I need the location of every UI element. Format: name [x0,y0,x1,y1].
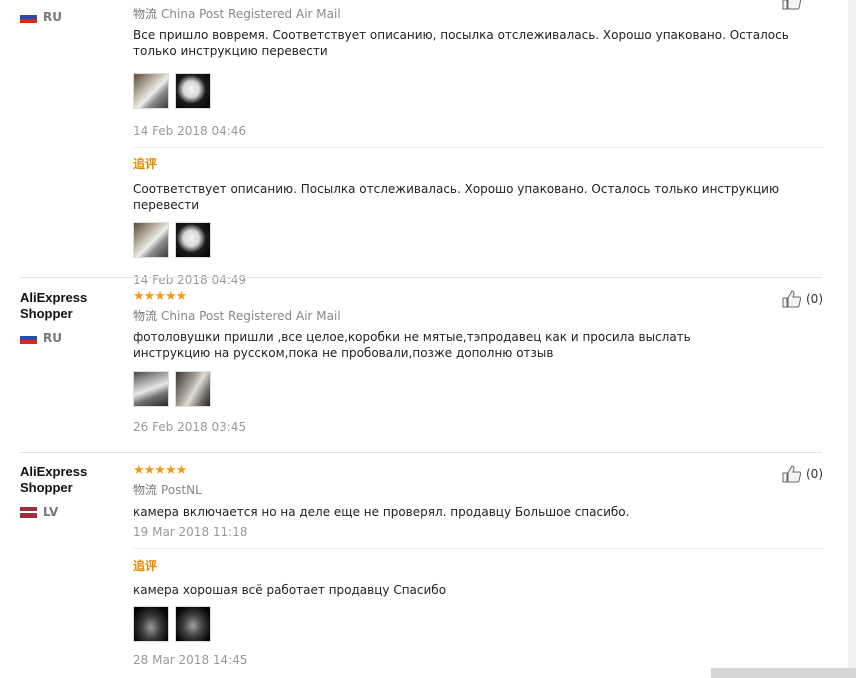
country: RU [20,331,62,345]
followup-text: камера хорошая всё работает продавцу Спа… [133,583,447,597]
review-photo[interactable] [175,73,211,109]
star-rating: ★★★★★ [133,289,187,304]
review-photo[interactable] [175,222,211,258]
review-divider [20,452,822,453]
star-rating: ★★★★★ [133,463,187,478]
review-content: ★★★★★ 物流 China Post Registered Air Mail ф… [133,290,823,435]
followup-date: 28 Mar 2018 14:45 [133,653,248,667]
flag-lv-icon [20,506,37,518]
followup-date: 14 Feb 2018 04:49 [133,273,247,287]
review-divider [20,277,822,278]
logistics: 物流 China Post Registered Air Mail [133,309,341,323]
review-text: камера включается но на деле еще не пров… [133,505,630,519]
review-photo[interactable] [133,606,169,642]
review-date: 19 Mar 2018 11:18 [133,525,248,539]
review-photos [133,371,823,407]
review-content: 物流 China Post Registered Air Mail Все при… [133,6,823,288]
review-text: Все пришло вовремя. Соответствует описан… [133,28,789,58]
review-content: ★★★★★ 物流 PostNL камера включается но на д… [133,464,823,668]
scrollbar[interactable] [848,0,856,678]
flag-ru-icon [20,332,37,344]
logistics: 物流 PostNL [133,483,202,497]
flag-ru-icon [20,11,37,23]
country: RU [20,10,62,24]
horizontal-scrollbar[interactable] [711,668,856,678]
review-text: фотоловушки пришли ,все целое,коробки не… [133,330,691,360]
followup-photos [133,222,823,258]
followup-label: 追评 [133,157,158,171]
review-date: 26 Feb 2018 03:45 [133,420,247,434]
review-date: 14 Feb 2018 04:46 [133,124,247,138]
reviewer-name: AliExpress Shopper [20,290,88,321]
country-code: LV [43,505,59,519]
review-photo[interactable] [175,606,211,642]
review-photo[interactable] [175,371,211,407]
followup-label: 追评 [133,559,158,573]
logistics: 物流 China Post Registered Air Mail [133,7,341,21]
reviewer-name: AliExpress Shopper [20,464,88,495]
followup-text: Соответствует описанию. Посылка отслежив… [133,182,780,212]
country-code: RU [43,331,62,345]
review-photos [133,73,823,109]
country: LV [20,505,58,519]
review-photo[interactable] [133,371,169,407]
country-code: RU [43,10,62,24]
review-photo[interactable] [133,222,169,258]
followup-photos [133,606,823,642]
divider [133,548,823,549]
review-photo[interactable] [133,73,169,109]
divider [133,147,823,148]
